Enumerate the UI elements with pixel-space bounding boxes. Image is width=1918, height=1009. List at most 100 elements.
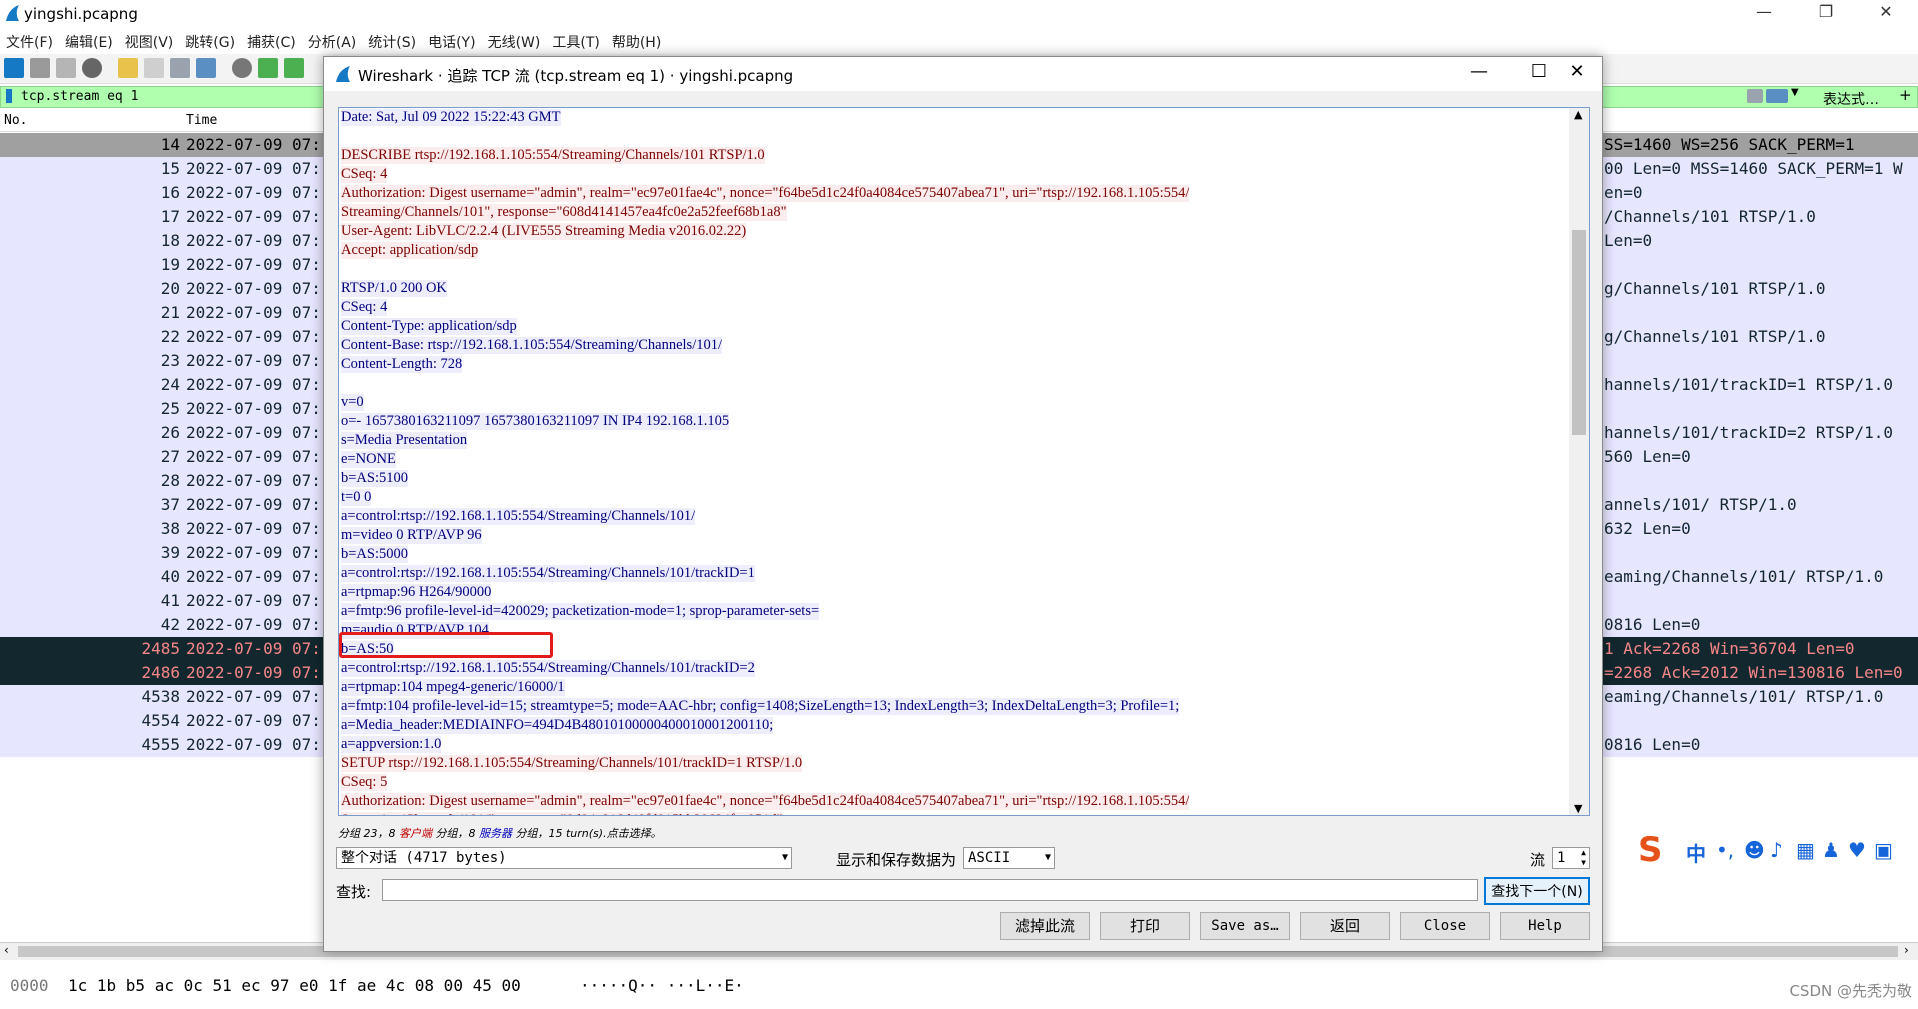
emoji-icon[interactable]: ☻ [1744,838,1765,862]
clear-filter-icon[interactable] [1747,89,1763,103]
conversation-select[interactable]: 整个对话 (4717 bytes) ▼ [336,847,792,869]
hex-ascii[interactable]: ·····Q·· ···L··E· [580,976,744,995]
server-line: b=AS:5000 [341,546,408,563]
punctuation-icon[interactable]: •, [1716,838,1734,862]
stream-vscrollbar[interactable]: ▲ ▼ [1569,108,1589,815]
column-no[interactable]: No. [4,113,27,128]
expression-button[interactable]: 表达式… [1823,89,1879,109]
packet-time: 2022-07-09 07: [186,375,321,394]
menu-item[interactable]: 统计(S) [362,28,422,52]
add-filter-icon[interactable]: + [1899,86,1912,104]
apply-filter-icon[interactable] [1766,89,1788,103]
packet-no: 40 [160,567,180,586]
packet-info: hannels/101/trackID=1 RTSP/1.0 [1604,375,1893,394]
packet-no: 19 [160,255,180,274]
menu-item[interactable]: 工具(T) [546,28,605,52]
menu-item[interactable]: 编辑(E) [59,28,119,52]
scroll-right-icon[interactable]: › [1904,943,1909,957]
stream-number-spinbox[interactable]: 1 ▲ ▼ [1552,847,1590,869]
chinese-mode-icon[interactable]: 中 [1686,838,1706,867]
print-button[interactable]: 打印 [1100,912,1190,940]
server-line: a=rtpmap:104 mpeg4-generic/16000/1 [341,679,565,696]
open-file-icon[interactable] [118,58,138,78]
scroll-left-icon[interactable]: ‹ [4,943,9,957]
minimize-icon[interactable]: — [1744,2,1784,21]
find-input[interactable] [382,879,1478,901]
server-line: Content-Base: rtsp://192.168.1.105:554/S… [341,337,723,354]
server-line: a=control:rtsp://192.168.1.105:554/Strea… [341,508,696,525]
restart-capture-icon[interactable] [56,58,76,78]
menu-item[interactable]: 帮助(H) [606,28,667,52]
restore-icon[interactable]: ❐ [1806,2,1846,21]
find-packet-icon[interactable] [232,58,252,78]
column-time[interactable]: Time [186,113,217,128]
stream-label: 流 [1530,851,1546,869]
packet-no: 15 [160,159,180,178]
packet-time: 2022-07-09 07: [186,495,321,514]
packet-time: 2022-07-09 07: [186,183,321,202]
sogou-s-icon[interactable]: S [1638,830,1663,870]
microphone-icon[interactable]: ♪ [1770,838,1783,862]
packet-info: =2268 Ack=2012 Win=130816 Len=0 [1604,663,1903,682]
menu-item[interactable]: 视图(V) [119,28,180,52]
stop-capture-icon[interactable] [30,58,50,78]
close-icon[interactable]: ✕ [1866,2,1906,21]
hex-bytes[interactable]: 1c 1b b5 ac 0c 51 ec 97 e0 1f ae 4c 08 0… [68,976,521,995]
stream-content[interactable]: Date: Sat, Jul 09 2022 15:22:43 GMT DESCR… [338,107,1590,816]
menu-item[interactable]: 跳转(G) [179,28,241,52]
back-button[interactable]: 返回 [1300,912,1390,940]
packet-no: 37 [160,495,180,514]
menu-item[interactable]: 捕获(C) [241,28,302,52]
packet-time: 2022-07-09 07: [186,663,321,682]
watermark: CSDN @先秃为敬 [1789,982,1912,1000]
scroll-thumb[interactable] [1572,230,1586,435]
packet-info: en=0 [1604,183,1643,202]
packet-info: 632 Len=0 [1604,519,1691,538]
more-apps-icon[interactable]: ▣ [1874,838,1893,862]
menu-item[interactable]: 文件(F) [0,28,59,52]
close-button[interactable]: Close [1400,912,1490,940]
scroll-up-icon[interactable]: ▲ [1574,108,1582,121]
menu-item[interactable]: 分析(A) [302,28,363,52]
close-file-icon[interactable] [170,58,190,78]
packet-no: 20 [160,279,180,298]
packet-time: 2022-07-09 07: [186,327,321,346]
packet-info: hannels/101/trackID=2 RTSP/1.0 [1604,423,1893,442]
find-next-button[interactable]: 查找下一个(N) [1484,877,1590,905]
save-file-icon[interactable] [144,58,164,78]
format-select[interactable]: ASCII ▼ [963,847,1055,869]
start-capture-icon[interactable] [4,58,24,78]
client-line: Streaming/Channels/101/", response="9d04… [341,811,1567,815]
packet-time: 2022-07-09 07: [186,135,321,154]
keyboard-icon[interactable]: ▦ [1796,838,1815,862]
chevron-down-icon: ▼ [1044,852,1051,863]
packet-info: annels/101/ RTSP/1.0 [1604,495,1797,514]
scroll-down-icon[interactable]: ▼ [1574,802,1582,815]
help-button[interactable]: Help [1500,912,1590,940]
client-line: DESCRIBE rtsp://192.168.1.105:554/Stream… [341,147,765,164]
packet-no: 4538 [141,687,180,706]
packet-no: 2486 [141,663,180,682]
skin-icon[interactable]: ♥ [1848,838,1866,862]
packet-time: 2022-07-09 07: [186,543,321,562]
dialog-minimize-icon[interactable]: — [1454,61,1504,82]
bookmark-icon[interactable] [6,89,12,103]
go-back-icon[interactable] [258,58,278,78]
client-line: Authorization: Digest username="admin", … [341,185,1190,202]
toolbox-icon[interactable]: ♟ [1822,838,1840,862]
spin-arrows-icon[interactable]: ▲ ▼ [1581,848,1586,868]
display-filter-input[interactable]: tcp.stream eq 1 [21,89,138,104]
filter-history-icon[interactable]: ▼ [1791,87,1799,98]
packet-no: 2485 [141,639,180,658]
reload-icon[interactable] [196,58,216,78]
packet-no: 39 [160,543,180,562]
menu-item[interactable]: 无线(W) [482,28,547,52]
client-line: User-Agent: LibVLC/2.2.4 (LIVE555 Stream… [341,223,747,240]
filter-out-button[interactable]: 滤掉此流 [1000,912,1090,940]
save-as-button[interactable]: Save as… [1200,912,1290,940]
go-forward-icon[interactable] [284,58,304,78]
dialog-close-icon[interactable]: ✕ [1552,61,1602,82]
capture-options-icon[interactable] [82,58,102,78]
menu-item[interactable]: 电话(Y) [422,28,481,52]
